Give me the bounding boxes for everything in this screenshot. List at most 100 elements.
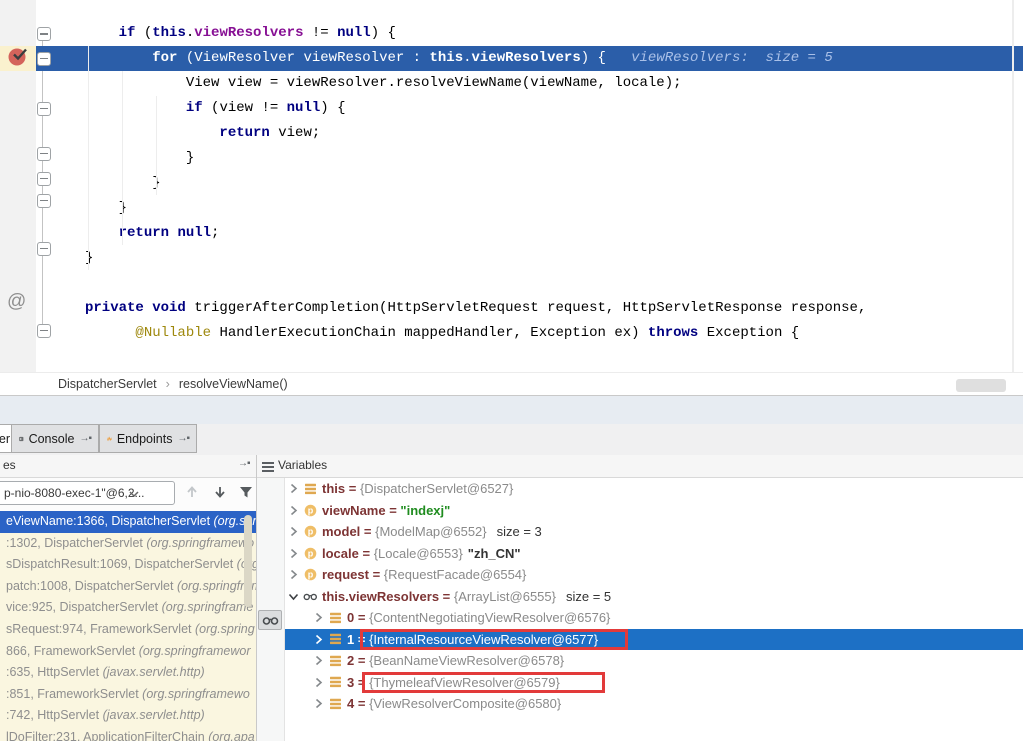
pin-icon[interactable]: →▪ xyxy=(238,458,250,469)
code-line[interactable]: } xyxy=(36,146,1023,171)
code-token: != xyxy=(303,25,337,41)
variable-name: locale xyxy=(322,543,359,565)
code-token: null xyxy=(287,100,321,116)
fold-marker-icon[interactable] xyxy=(37,172,51,186)
chevron-right-icon[interactable] xyxy=(287,526,300,537)
code-line[interactable]: View view = viewResolver.resolveViewName… xyxy=(36,71,1023,96)
variable-row[interactable]: 0 = {ContentNegotiatingViewResolver@6576… xyxy=(285,607,1023,629)
code-line[interactable]: if (this.viewResolvers != null) { xyxy=(36,21,1023,46)
fold-marker-icon[interactable] xyxy=(37,324,51,338)
chevron-right-icon[interactable] xyxy=(312,698,325,709)
breadcrumb-class[interactable]: DispatcherServlet xyxy=(56,377,159,391)
code-token: viewResolvers xyxy=(472,50,581,66)
stack-frame-row[interactable]: :851, FrameworkServlet (org.springframew… xyxy=(0,684,256,706)
fold-marker-icon[interactable] xyxy=(37,27,51,41)
code-line[interactable]: } xyxy=(36,171,1023,196)
frame-package: (org.apa xyxy=(208,730,255,741)
code-line[interactable]: if (view != null) { xyxy=(36,96,1023,121)
code-line[interactable]: } xyxy=(36,246,1023,271)
code-token: ) { xyxy=(581,50,615,66)
variables-tree[interactable]: this = {DispatcherServlet@6527}pviewName… xyxy=(285,478,1023,741)
chevron-down-icon[interactable] xyxy=(287,591,300,602)
code-line[interactable]: @Nullable HandlerExecutionChain mappedHa… xyxy=(36,321,1023,346)
stack-frame-row[interactable]: eViewName:1366, DispatcherServlet (org.s… xyxy=(0,511,256,533)
show-watches-toggle[interactable] xyxy=(258,610,282,630)
stack-frame-row[interactable]: sDispatchResult:1069, DispatcherServlet … xyxy=(0,554,256,576)
breakpoint-icon[interactable] xyxy=(7,46,29,68)
variable-name: 1 xyxy=(347,629,354,651)
code-token: (ViewResolver viewResolver : xyxy=(177,50,429,66)
stack-frame-row[interactable]: 866, FrameworkServlet (org.springframewo… xyxy=(0,641,256,663)
variable-row[interactable]: 2 = {BeanNameViewResolver@6578} xyxy=(285,650,1023,672)
code-token: viewResolvers xyxy=(194,25,303,41)
fold-marker-icon[interactable] xyxy=(37,52,51,66)
svg-text:p: p xyxy=(308,570,314,580)
code-token: view; xyxy=(270,125,320,141)
code-token: if xyxy=(186,100,203,116)
fold-marker-icon[interactable] xyxy=(37,242,51,256)
stack-frame-row[interactable]: vice:925, DispatcherServlet (org.springf… xyxy=(0,597,256,619)
thread-dropdown[interactable]: p-nio-8080-exec-1"@6,2... xyxy=(0,481,175,505)
code-line[interactable]: return null; xyxy=(36,221,1023,246)
chevron-right-icon[interactable] xyxy=(312,634,325,645)
code-line[interactable] xyxy=(36,271,1023,296)
chevron-right-icon[interactable] xyxy=(287,569,300,580)
chevron-right-icon[interactable] xyxy=(287,505,300,516)
frame-package: (org.springframewor xyxy=(139,644,251,658)
editor-scrollbar-track[interactable] xyxy=(1012,0,1014,372)
scrollbar-thumb[interactable] xyxy=(956,379,1006,392)
field-icon xyxy=(328,676,343,688)
fold-marker-icon[interactable] xyxy=(37,102,51,116)
execution-line[interactable]: for (ViewResolver viewResolver : this.vi… xyxy=(36,46,1023,71)
variable-row[interactable]: 3 = {ThymeleafViewResolver@6579} xyxy=(285,672,1023,694)
stack-frame-row[interactable]: :742, HttpServlet (javax.servlet.http) xyxy=(0,705,256,727)
stack-frame-row[interactable]: :1302, DispatcherServlet (org.springfram… xyxy=(0,533,256,555)
stack-frame-row[interactable]: sRequest:974, FrameworkServlet (org.spri… xyxy=(0,619,256,641)
panel-menu-icon[interactable] xyxy=(262,462,274,472)
variable-row[interactable]: this = {DispatcherServlet@6527} xyxy=(285,478,1023,500)
variable-row[interactable]: pviewName = "indexj" xyxy=(285,500,1023,522)
variable-row[interactable]: 1 = {InternalResourceViewResolver@6577} xyxy=(285,629,1023,651)
pin-icon[interactable]: →▪ xyxy=(79,433,91,444)
code-lines[interactable]: if (this.viewResolvers != null) { for (V… xyxy=(36,21,1023,346)
variable-row[interactable]: 4 = {ViewResolverComposite@6580} xyxy=(285,693,1023,715)
equals-sign: = xyxy=(354,650,369,672)
stack-frame-row[interactable]: :635, HttpServlet (javax.servlet.http) xyxy=(0,662,256,684)
indent-guide xyxy=(88,46,89,270)
indent-guide xyxy=(122,71,123,245)
previous-frame-icon[interactable] xyxy=(184,484,200,500)
tab-endpoints[interactable]: Endpoints →▪ xyxy=(99,424,197,453)
tab-console[interactable]: Console →▪ xyxy=(11,424,99,453)
scrollbar-thumb[interactable] xyxy=(244,515,252,607)
filter-icon[interactable] xyxy=(238,484,254,500)
stack-frame-row[interactable]: patch:1008, DispatcherServlet (org.sprin… xyxy=(0,576,256,598)
variable-row[interactable]: prequest = {RequestFacade@6554} xyxy=(285,564,1023,586)
variable-row[interactable]: this.viewResolvers = {ArrayList@6555}siz… xyxy=(285,586,1023,608)
fold-marker-icon[interactable] xyxy=(37,147,51,161)
breadcrumb-method[interactable]: resolveViewName() xyxy=(177,377,290,391)
variable-name: this.viewResolvers xyxy=(322,586,439,608)
chevron-right-icon[interactable] xyxy=(287,483,300,494)
pin-icon[interactable]: →▪ xyxy=(177,433,189,444)
frames-list[interactable]: eViewName:1366, DispatcherServlet (org.s… xyxy=(0,511,256,741)
external-annotation-icon[interactable]: @ xyxy=(7,291,26,313)
code-line[interactable]: private void triggerAfterCompletion(Http… xyxy=(36,296,1023,321)
next-frame-icon[interactable] xyxy=(212,484,228,500)
code-editor[interactable]: @ if (this.viewResolvers != null) { for … xyxy=(0,0,1023,372)
code-line[interactable]: } xyxy=(36,196,1023,221)
chevron-right-icon[interactable] xyxy=(312,655,325,666)
chevron-right-icon[interactable] xyxy=(312,612,325,623)
chevron-right-icon[interactable] xyxy=(287,548,300,559)
code-token: return xyxy=(219,125,269,141)
console-icon xyxy=(19,433,24,445)
fold-marker-icon[interactable] xyxy=(37,194,51,208)
code-line[interactable]: return view; xyxy=(36,121,1023,146)
variable-row[interactable]: plocale = {Locale@6553}"zh_CN" xyxy=(285,543,1023,565)
code-token: ( xyxy=(135,25,152,41)
panel-header-row: es →▪ Variables xyxy=(0,455,1023,478)
stack-frame-row[interactable]: lDoFilter:231, ApplicationFilterChain (o… xyxy=(0,727,256,741)
chevron-right-icon[interactable] xyxy=(312,677,325,688)
variable-row[interactable]: pmodel = {ModelMap@6552}size = 3 xyxy=(285,521,1023,543)
param-icon: p xyxy=(303,504,318,517)
panel-divider[interactable] xyxy=(256,455,257,741)
